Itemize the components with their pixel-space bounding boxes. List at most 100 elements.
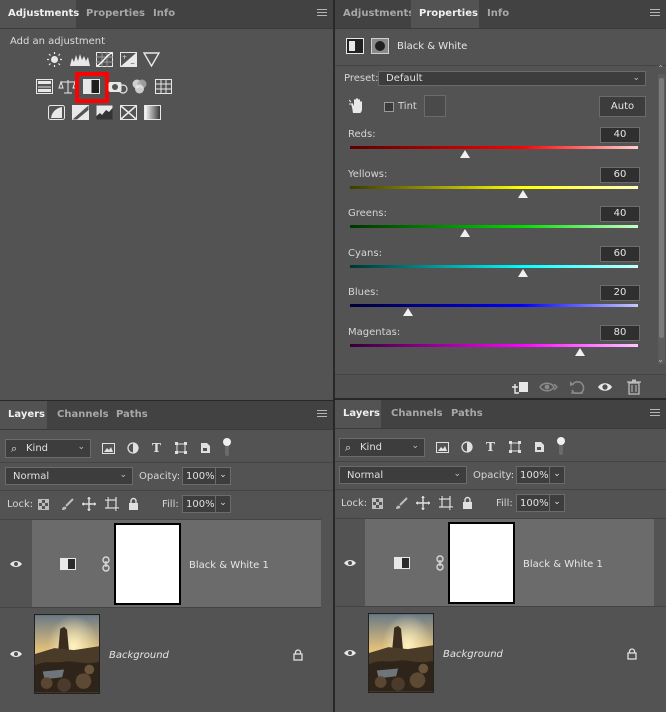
slider-thumb[interactable] [517, 268, 528, 277]
layer-name[interactable]: Background [443, 649, 503, 660]
tab-adjustments[interactable]: Adjustments [0, 0, 79, 28]
slider-value-field[interactable]: 60 [600, 166, 640, 183]
slider-thumb[interactable] [517, 189, 528, 198]
slider-value-field[interactable]: 40 [600, 127, 640, 143]
tab-adjustments[interactable]: Adjustments [335, 0, 422, 28]
tab-channels[interactable]: Channels [383, 400, 451, 428]
lock-all-icon[interactable] [128, 497, 139, 510]
tab-paths[interactable]: Paths [108, 401, 156, 429]
tint-color-swatch[interactable] [424, 95, 446, 117]
layer-name[interactable]: Black & White 1 [523, 559, 603, 570]
vibrance-icon[interactable] [143, 52, 160, 67]
blend-mode-dropdown[interactable]: Normal ⌄ [339, 466, 467, 484]
adjustment-layer-filter-icon[interactable] [461, 441, 473, 453]
tab-layers[interactable]: Layers [335, 400, 381, 428]
filter-toggle-icon[interactable] [556, 436, 566, 456]
properties-scrollbar[interactable] [658, 74, 665, 364]
slider-thumb[interactable] [460, 150, 471, 158]
mask-link-icon[interactable] [435, 555, 445, 571]
layer-row-black-white[interactable]: Black & White 1 [0, 519, 333, 607]
view-previous-state-icon[interactable] [539, 380, 559, 394]
lock-position-icon[interactable] [82, 497, 96, 511]
slider-thumb[interactable] [575, 347, 586, 356]
slider-value-field[interactable]: 40 [600, 206, 640, 222]
fill-chevron-icon[interactable]: ⌄ [549, 495, 564, 511]
tab-properties[interactable]: Properties [78, 0, 153, 28]
lock-transparent-pixels-icon[interactable] [38, 499, 49, 510]
slider-track[interactable] [350, 343, 638, 347]
opacity-field[interactable]: 100% ⌄ [516, 466, 565, 484]
opacity-chevron-icon[interactable]: ⌄ [549, 467, 564, 483]
layer-mask-thumbnail[interactable] [448, 522, 515, 604]
gradient-map-icon[interactable] [144, 105, 161, 120]
layer-mask-thumbnail[interactable] [114, 523, 181, 605]
background-photo-thumbnail[interactable] [34, 614, 100, 694]
tab-paths[interactable]: Paths [443, 400, 491, 428]
layer-name[interactable]: Black & White 1 [189, 560, 269, 571]
photo-filter-icon[interactable] [108, 79, 128, 94]
opacity-field[interactable]: 100% ⌄ [182, 467, 231, 485]
visibility-eye-icon[interactable] [10, 650, 22, 658]
panel-menu-icon[interactable] [650, 409, 660, 418]
slider-thumb[interactable] [402, 308, 413, 316]
fill-chevron-icon[interactable]: ⌄ [215, 496, 230, 512]
selective-color-icon[interactable] [120, 105, 137, 120]
targeted-adjustment-hand-icon[interactable] [349, 98, 365, 114]
type-layer-filter-icon[interactable]: T [152, 441, 161, 455]
clip-to-layer-icon[interactable] [511, 380, 529, 394]
adjustment-layer-filter-icon[interactable] [127, 442, 139, 454]
filter-toggle-icon[interactable] [222, 437, 232, 457]
lock-artboard-icon[interactable] [105, 497, 119, 511]
scroll-down-arrow[interactable]: ⌄ [657, 355, 664, 364]
layer-row-background[interactable]: Background [0, 607, 333, 712]
panel-menu-icon[interactable] [650, 9, 660, 18]
tab-channels[interactable]: Channels [49, 401, 117, 429]
preset-dropdown[interactable]: Default ⌄ [378, 71, 646, 86]
layer-row-black-white[interactable]: Black & White 1 [335, 518, 666, 606]
visibility-eye-icon[interactable] [10, 560, 22, 568]
lock-image-pixels-icon[interactable] [395, 497, 408, 510]
slider-track[interactable] [350, 225, 638, 228]
levels-icon[interactable] [70, 52, 90, 67]
shape-layer-filter-icon[interactable] [509, 441, 521, 453]
shape-layer-filter-icon[interactable] [175, 442, 187, 454]
fill-field[interactable]: 100% ⌄ [516, 494, 565, 512]
visibility-eye-icon[interactable] [597, 381, 613, 393]
kind-filter-dropdown[interactable]: ⌕ Kind ⌄ [339, 438, 425, 457]
threshold-icon[interactable] [96, 105, 113, 120]
tab-info[interactable]: Info [145, 0, 183, 28]
adjustment-layer-icon[interactable] [346, 38, 364, 54]
opacity-chevron-icon[interactable]: ⌄ [215, 468, 230, 484]
visibility-eye-icon[interactable] [344, 559, 356, 567]
blend-mode-dropdown[interactable]: Normal ⌄ [5, 467, 133, 485]
panel-menu-icon[interactable] [317, 410, 327, 419]
pixel-layer-filter-icon[interactable] [436, 442, 449, 453]
type-layer-filter-icon[interactable]: T [486, 440, 495, 454]
exposure-icon[interactable]: + − [120, 52, 137, 67]
auto-button[interactable]: Auto [599, 96, 646, 117]
lock-position-icon[interactable] [416, 496, 430, 510]
tab-properties[interactable]: Properties [411, 0, 479, 28]
lock-transparent-pixels-icon[interactable] [372, 498, 383, 509]
trash-icon[interactable] [627, 379, 641, 395]
tab-info[interactable]: Info [479, 0, 517, 28]
lock-all-icon[interactable] [462, 496, 473, 509]
lock-artboard-icon[interactable] [439, 496, 453, 510]
layer-row-background[interactable]: Background [335, 606, 666, 712]
slider-value-field[interactable]: 20 [600, 285, 640, 301]
slider-value-field[interactable]: 60 [600, 245, 640, 262]
color-lookup-icon[interactable] [155, 79, 172, 94]
curves-icon[interactable] [96, 52, 113, 67]
invert-icon[interactable] [48, 105, 65, 120]
smart-object-filter-icon[interactable] [533, 441, 545, 453]
mask-link-icon[interactable] [101, 556, 111, 572]
tab-layers[interactable]: Layers [0, 401, 47, 429]
slider-track[interactable] [350, 264, 638, 268]
tint-checkbox[interactable] [384, 102, 394, 112]
background-photo-thumbnail[interactable] [368, 613, 434, 693]
fill-field[interactable]: 100% ⌄ [182, 495, 231, 513]
scroll-up-arrow[interactable]: ⌃ [657, 64, 664, 73]
smart-object-filter-icon[interactable] [199, 442, 211, 454]
layer-mask-icon[interactable] [371, 38, 389, 54]
pixel-layer-filter-icon[interactable] [102, 443, 115, 454]
